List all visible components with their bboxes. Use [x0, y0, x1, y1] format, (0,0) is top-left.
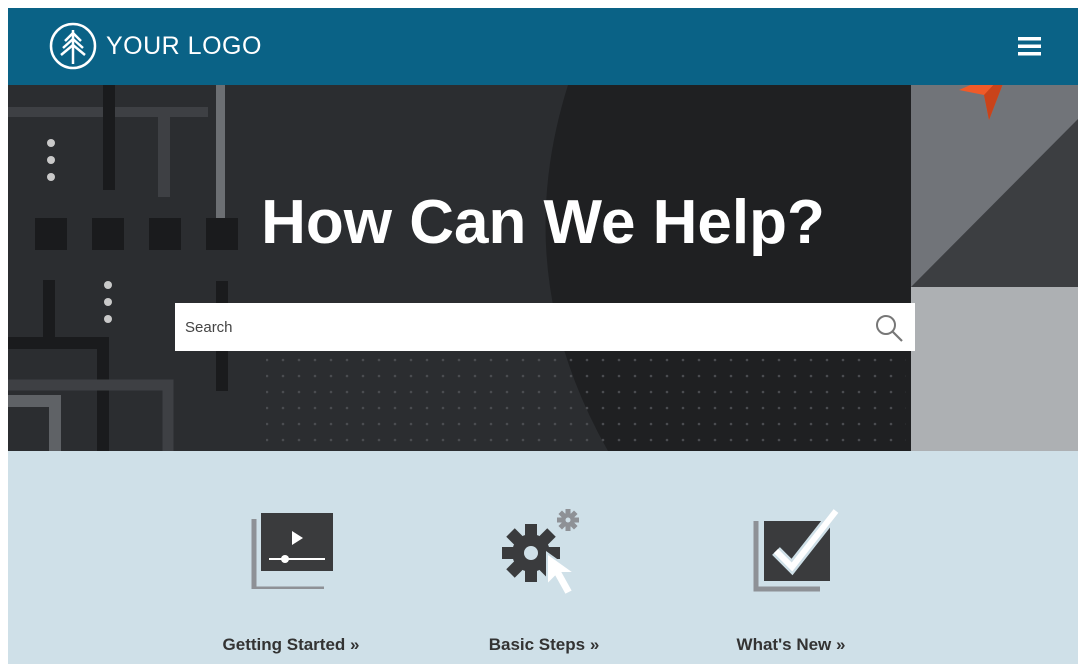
whats-new-tile[interactable]: What's New » [691, 451, 891, 664]
quick-links: Getting Started » Basic Steps » What's N… [8, 451, 1078, 664]
getting-started-label: Getting Started » [222, 635, 360, 654]
basic-steps-tile[interactable]: Basic Steps » [444, 451, 644, 664]
video-player-icon [251, 513, 333, 589]
checkbox-check-icon [753, 507, 841, 592]
page-title: How Can We Help? [261, 188, 825, 257]
search-input[interactable] [175, 303, 865, 351]
gears-cursor-icon [502, 509, 579, 597]
top-header: YOUR LOGO [8, 8, 1078, 85]
getting-started-tile[interactable]: Getting Started » [191, 451, 391, 664]
logo[interactable]: YOUR LOGO [48, 21, 262, 71]
page-frame: YOUR LOGO How Can We Help? Search Gettin… [8, 8, 1078, 664]
whats-new-label: What's New » [736, 635, 846, 654]
search-bar [175, 303, 915, 351]
search-icon[interactable] [873, 312, 905, 344]
hamburger-menu-icon[interactable] [1015, 32, 1045, 60]
logo-text: YOUR LOGO [106, 31, 262, 60]
orange-arrow-pointer-icon [959, 85, 1003, 120]
hero-background-pattern [8, 85, 1078, 451]
hero-banner: How Can We Help? [8, 85, 1078, 451]
basic-steps-label: Basic Steps » [488, 635, 600, 654]
tree-icon [49, 22, 97, 70]
